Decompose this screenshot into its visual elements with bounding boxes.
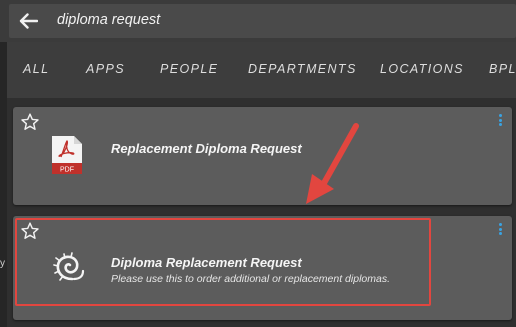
arrow-left-icon — [19, 13, 38, 29]
result-description: Please use this to order additional or r… — [111, 273, 390, 285]
result-card-replacement-diploma-request[interactable]: PDF Replacement Diploma Request — [13, 107, 512, 205]
tab-all[interactable]: ALL — [23, 62, 49, 76]
tab-locations[interactable]: LOCATIONS — [380, 62, 464, 76]
edge-text-fragment: y — [0, 258, 5, 269]
more-options-icon[interactable] — [497, 223, 503, 239]
more-options-icon[interactable] — [497, 114, 503, 130]
result-title[interactable]: Diploma Replacement Request — [111, 255, 302, 270]
pdf-icon-label: PDF — [60, 167, 74, 174]
star-icon[interactable] — [20, 221, 40, 241]
result-title[interactable]: Replacement Diploma Request — [111, 141, 302, 156]
pdf-document-icon: PDF — [52, 136, 82, 174]
star-icon[interactable] — [20, 112, 40, 132]
result-card-diploma-replacement-request[interactable]: Diploma Replacement Request Please use t… — [13, 216, 512, 320]
nautilus-shell-icon — [53, 252, 85, 281]
tab-departments[interactable]: DEPARTMENTS — [248, 62, 357, 76]
top-bar — [0, 0, 516, 42]
search-input[interactable] — [57, 8, 457, 32]
tab-people[interactable]: PEOPLE — [160, 62, 218, 76]
page-background-edge — [0, 42, 7, 327]
category-tab-bar: ALL APPS PEOPLE DEPARTMENTS LOCATIONS BP… — [7, 42, 516, 98]
tab-apps[interactable]: APPS — [86, 62, 125, 76]
tab-bpl[interactable]: BPL — [489, 62, 516, 76]
back-button[interactable] — [11, 4, 45, 38]
